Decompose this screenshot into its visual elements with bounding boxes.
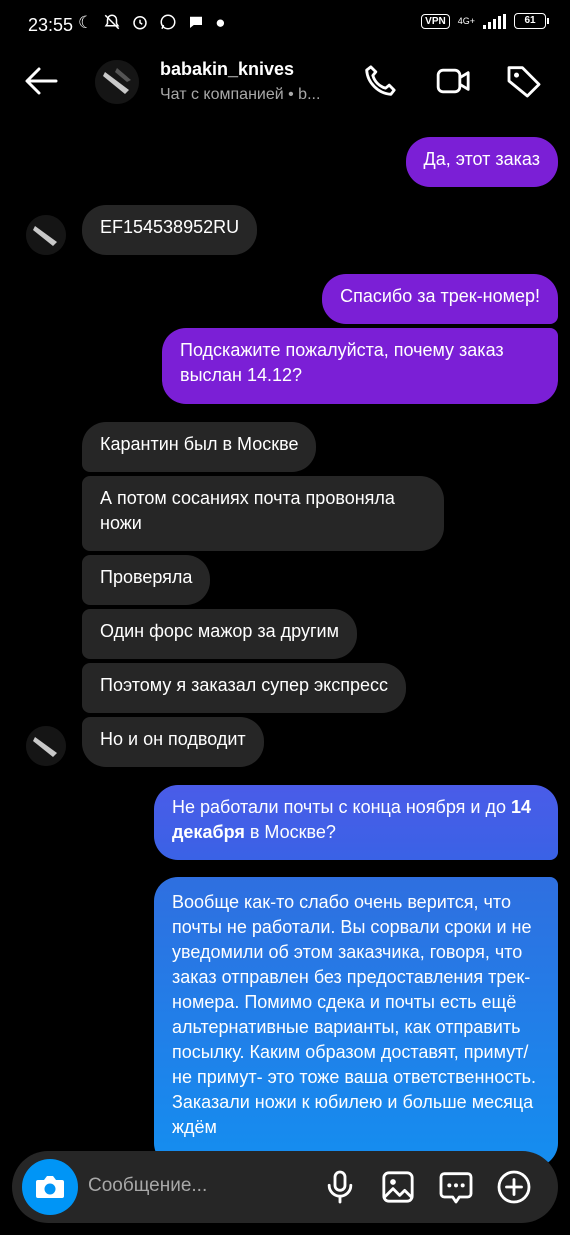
- contact-subtitle[interactable]: Чат с компанией • b...: [160, 86, 320, 104]
- message-input[interactable]: Сообщение...: [88, 1175, 207, 1197]
- whatsapp-icon: [159, 13, 177, 36]
- message-icon: [187, 13, 205, 36]
- video-icon: [436, 68, 470, 94]
- status-bar: 23:55 ☾ ● VPN 4G+ 61: [0, 0, 570, 50]
- avatar[interactable]: [95, 60, 139, 104]
- microphone-icon: [327, 1170, 353, 1204]
- status-time: 23:55: [28, 15, 74, 35]
- tag-icon: [507, 66, 541, 98]
- signal-icon: [483, 13, 506, 29]
- arrow-left-icon: [25, 67, 58, 95]
- plus-circle-icon: [497, 1170, 531, 1204]
- message-incoming[interactable]: EF154538952RU: [82, 205, 258, 255]
- message-text: Не работали почты с конца ноября и до: [172, 797, 511, 817]
- voice-message-button[interactable]: [320, 1167, 360, 1207]
- message-text: в Москве?: [244, 822, 336, 842]
- vpn-badge: VPN: [421, 13, 450, 29]
- sticker-button[interactable]: [436, 1167, 476, 1207]
- sender-avatar: [26, 215, 66, 255]
- message-incoming[interactable]: А потом сосаниях почта провоняла ножи: [82, 476, 444, 551]
- alarm-icon: [131, 13, 149, 36]
- voice-call-button[interactable]: [360, 61, 400, 101]
- status-right: VPN 4G+ 61: [421, 13, 549, 29]
- notifications-off-icon: [103, 13, 121, 36]
- message-incoming[interactable]: Проверяла: [82, 555, 211, 605]
- message-incoming[interactable]: Но и он подводит: [82, 717, 264, 767]
- battery-icon: 61: [514, 13, 549, 29]
- chat-header: babakin_knives Чат с компанией • b...: [0, 55, 570, 115]
- message-outgoing[interactable]: Спасибо за трек-номер!: [322, 274, 558, 324]
- contact-name[interactable]: babakin_knives: [160, 59, 294, 80]
- camera-icon: [36, 1176, 64, 1198]
- message-incoming[interactable]: Один форс мажор за другим: [82, 609, 357, 659]
- message-outgoing[interactable]: Вообще как-то слабо очень верится, что п…: [154, 877, 558, 1167]
- tag-button[interactable]: [504, 61, 544, 101]
- network-type: 4G+: [457, 15, 475, 26]
- chat-dots-icon: [439, 1172, 473, 1204]
- message-outgoing[interactable]: Да, этот заказ: [405, 137, 558, 187]
- camera-button[interactable]: [22, 1159, 78, 1215]
- message-outgoing[interactable]: Не работали почты с конца ноября и до 14…: [154, 785, 558, 860]
- message-composer: Сообщение...: [12, 1151, 558, 1223]
- dot-icon: ●: [215, 13, 226, 32]
- phone-icon: [365, 65, 396, 96]
- image-icon: [382, 1171, 414, 1203]
- moon-icon: ☾: [78, 13, 94, 32]
- video-call-button[interactable]: [434, 61, 474, 101]
- sender-avatar: [26, 726, 66, 766]
- gallery-button[interactable]: [378, 1167, 418, 1207]
- message-incoming[interactable]: Поэтому я заказал супер экспресс: [82, 663, 407, 713]
- message-outgoing[interactable]: Подскажите пожалуйста, почему заказ высл…: [162, 328, 558, 404]
- more-button[interactable]: [494, 1167, 534, 1207]
- status-icons: ☾ ●: [78, 13, 226, 36]
- message-incoming[interactable]: Карантин был в Москве: [82, 422, 317, 472]
- back-button[interactable]: [22, 61, 62, 101]
- battery-level: 61: [524, 15, 536, 26]
